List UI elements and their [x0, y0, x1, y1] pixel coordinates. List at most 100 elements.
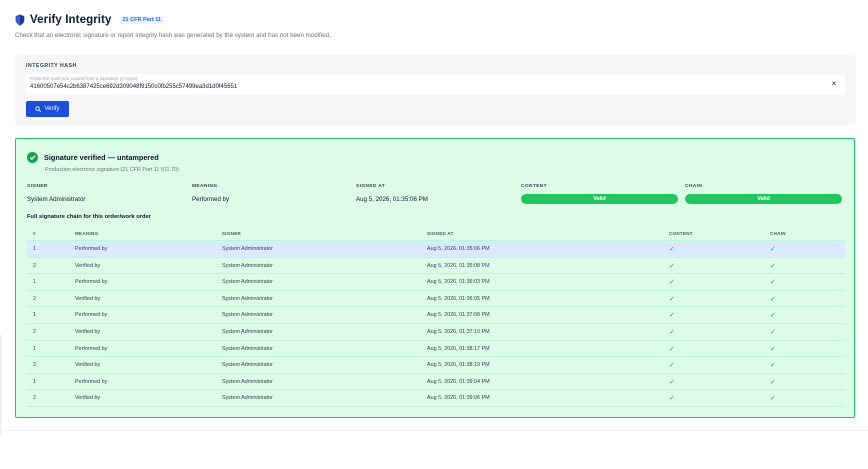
table-header: # MEANING SIGNER SIGNED AT CONTENT CHAIN: [27, 228, 845, 241]
row-signed-at: Aug 5, 2026, 01:35:06 PM: [427, 246, 490, 252]
row-signer: System Administrator: [222, 279, 273, 286]
table-row[interactable]: 2 Verified by System Administrator Aug 5, 2…: [27, 291, 845, 308]
chain-check-icon: ✓: [770, 378, 776, 386]
page-title: Verify Integrity: [30, 14, 112, 26]
page-header: Verify Integrity 21 CFR Part 11: [15, 14, 165, 26]
table-row[interactable]: 2 Verified by System Administrator Aug 5, 2…: [27, 258, 845, 275]
chain-section-title: Full signature chain for this order/work…: [27, 214, 152, 220]
content-status-badge: Valid: [521, 194, 678, 204]
table-row[interactable]: 2 Verified by System Administrator Aug 5, 2…: [27, 390, 845, 407]
row-meaning: Verified by: [75, 328, 101, 335]
page-subtitle: Check that an electronic signature or re…: [15, 32, 331, 39]
row-number: 1: [33, 312, 36, 319]
table-row[interactable]: 1 Performed by System Administrator Aug 5, …: [27, 241, 845, 258]
verify-integrity-page: Verify Integrity 21 CFR Part 11 Check th…: [0, 0, 868, 469]
row-meaning: Performed by: [75, 345, 108, 352]
table-body: 1 Performed by System Administrator Aug 5, …: [27, 241, 845, 407]
row-number: 2: [33, 262, 36, 269]
table-row[interactable]: 2 Verified by System Administrator Aug 5, 2…: [27, 324, 845, 341]
row-number: 2: [33, 295, 36, 302]
column-header-meaning: MEANING: [75, 231, 99, 236]
table-row[interactable]: 1 Performed by System Administrator Aug 5, …: [27, 374, 845, 391]
scroll-edge: [0, 335, 2, 435]
row-signer: System Administrator: [222, 345, 273, 352]
chain-check-icon: ✓: [770, 345, 776, 353]
row-number: 2: [33, 395, 36, 402]
hash-input-value[interactable]: 41600507e54c2b6387425ce692d309048f9150c0…: [30, 84, 237, 90]
row-meaning: Verified by: [75, 395, 101, 402]
column-header-signer: SIGNER: [222, 231, 242, 236]
meaning-label: MEANING: [192, 184, 218, 189]
content-check-icon: ✓: [669, 279, 675, 287]
signer-value: System Administrator: [27, 196, 86, 203]
content-check-icon: ✓: [669, 312, 675, 320]
integrity-hash-label: INTEGRITY HASH: [26, 63, 77, 69]
signer-label: SIGNER: [27, 184, 48, 189]
clear-hash-button[interactable]: ×: [829, 79, 839, 88]
integrity-hash-card: INTEGRITY HASH Paste the hash you copied…: [15, 55, 856, 125]
row-signed-at: Aug 5, 2026, 01:39:06 PM: [427, 395, 490, 402]
divider: [0, 430, 868, 431]
chain-check-icon: ✓: [770, 328, 776, 336]
content-check-icon: ✓: [669, 246, 675, 253]
row-signer: System Administrator: [222, 262, 273, 269]
row-signed-at: Aug 5, 2026, 01:37:08 PM: [427, 312, 490, 319]
search-icon: [35, 106, 42, 112]
chain-status-badge: Valid: [685, 194, 842, 204]
verify-button[interactable]: Verify: [26, 101, 69, 117]
verification-result-panel: Signature verified — untampered Producti…: [15, 138, 855, 418]
chain-check-icon: ✓: [770, 395, 776, 403]
content-check-icon: ✓: [669, 262, 675, 270]
signature-chain-table: # MEANING SIGNER SIGNED AT CONTENT CHAIN…: [27, 228, 845, 407]
integrity-hash-input[interactable]: Paste the hash you copied from a signatu…: [26, 74, 845, 95]
result-status: Signature verified — untampered: [27, 152, 159, 163]
content-check-icon: ✓: [669, 362, 675, 370]
row-signer: System Administrator: [222, 378, 273, 385]
chain-label: CHAIN: [685, 184, 703, 189]
chain-check-icon: ✓: [770, 362, 776, 370]
row-signer: System Administrator: [222, 295, 273, 302]
table-row[interactable]: 2 Verified by System Administrator Aug 5, 2…: [27, 357, 845, 374]
result-title: Signature verified — untampered: [44, 153, 159, 162]
compliance-badge: 21 CFR Part 11: [119, 16, 165, 24]
chain-check-icon: ✓: [770, 312, 776, 320]
shield-icon: [15, 14, 25, 26]
row-number: 2: [33, 328, 36, 335]
chain-check-icon: ✓: [770, 279, 776, 287]
row-meaning: Performed by: [75, 312, 108, 319]
row-signed-at: Aug 5, 2026, 01:36:03 PM: [427, 279, 490, 286]
table-row[interactable]: 1 Performed by System Administrator Aug 5, …: [27, 274, 845, 291]
row-signer: System Administrator: [222, 312, 273, 319]
row-meaning: Verified by: [75, 362, 101, 369]
table-row[interactable]: 1 Performed by System Administrator Aug 5, …: [27, 341, 845, 358]
chain-check-icon: ✓: [770, 246, 776, 253]
content-check-icon: ✓: [669, 378, 675, 386]
content-label: CONTENT: [521, 184, 547, 189]
verify-button-label: Verify: [44, 106, 60, 112]
row-signed-at: Aug 5, 2026, 01:36:05 PM: [427, 295, 490, 302]
row-number: 1: [33, 246, 36, 252]
row-signer: System Administrator: [222, 362, 273, 369]
row-number: 1: [33, 279, 36, 286]
check-circle-icon: [27, 152, 38, 163]
row-number: 1: [33, 345, 36, 352]
row-number: 1: [33, 378, 36, 385]
row-meaning: Performed by: [75, 279, 108, 286]
column-header-signed-at: SIGNED AT: [427, 231, 454, 236]
row-number: 2: [33, 362, 36, 369]
chain-check-icon: ✓: [770, 295, 776, 303]
row-signed-at: Aug 5, 2026, 01:39:04 PM: [427, 378, 490, 385]
content-check-icon: ✓: [669, 395, 675, 403]
column-header-number: #: [33, 231, 36, 236]
row-signed-at: Aug 5, 2026, 01:37:10 PM: [427, 328, 490, 335]
column-header-content: CONTENT: [669, 231, 693, 236]
row-meaning: Verified by: [75, 295, 101, 302]
hash-input-placeholder: Paste the hash you copied from a signatu…: [30, 76, 138, 81]
row-meaning: Verified by: [75, 262, 101, 269]
row-signer: System Administrator: [222, 328, 273, 335]
table-row[interactable]: 1 Performed by System Administrator Aug 5, …: [27, 307, 845, 324]
meaning-value: Performed by: [192, 196, 230, 203]
row-meaning: Performed by: [75, 246, 108, 252]
row-signer: System Administrator: [222, 246, 273, 252]
signed-at-label: SIGNED AT: [356, 184, 386, 189]
